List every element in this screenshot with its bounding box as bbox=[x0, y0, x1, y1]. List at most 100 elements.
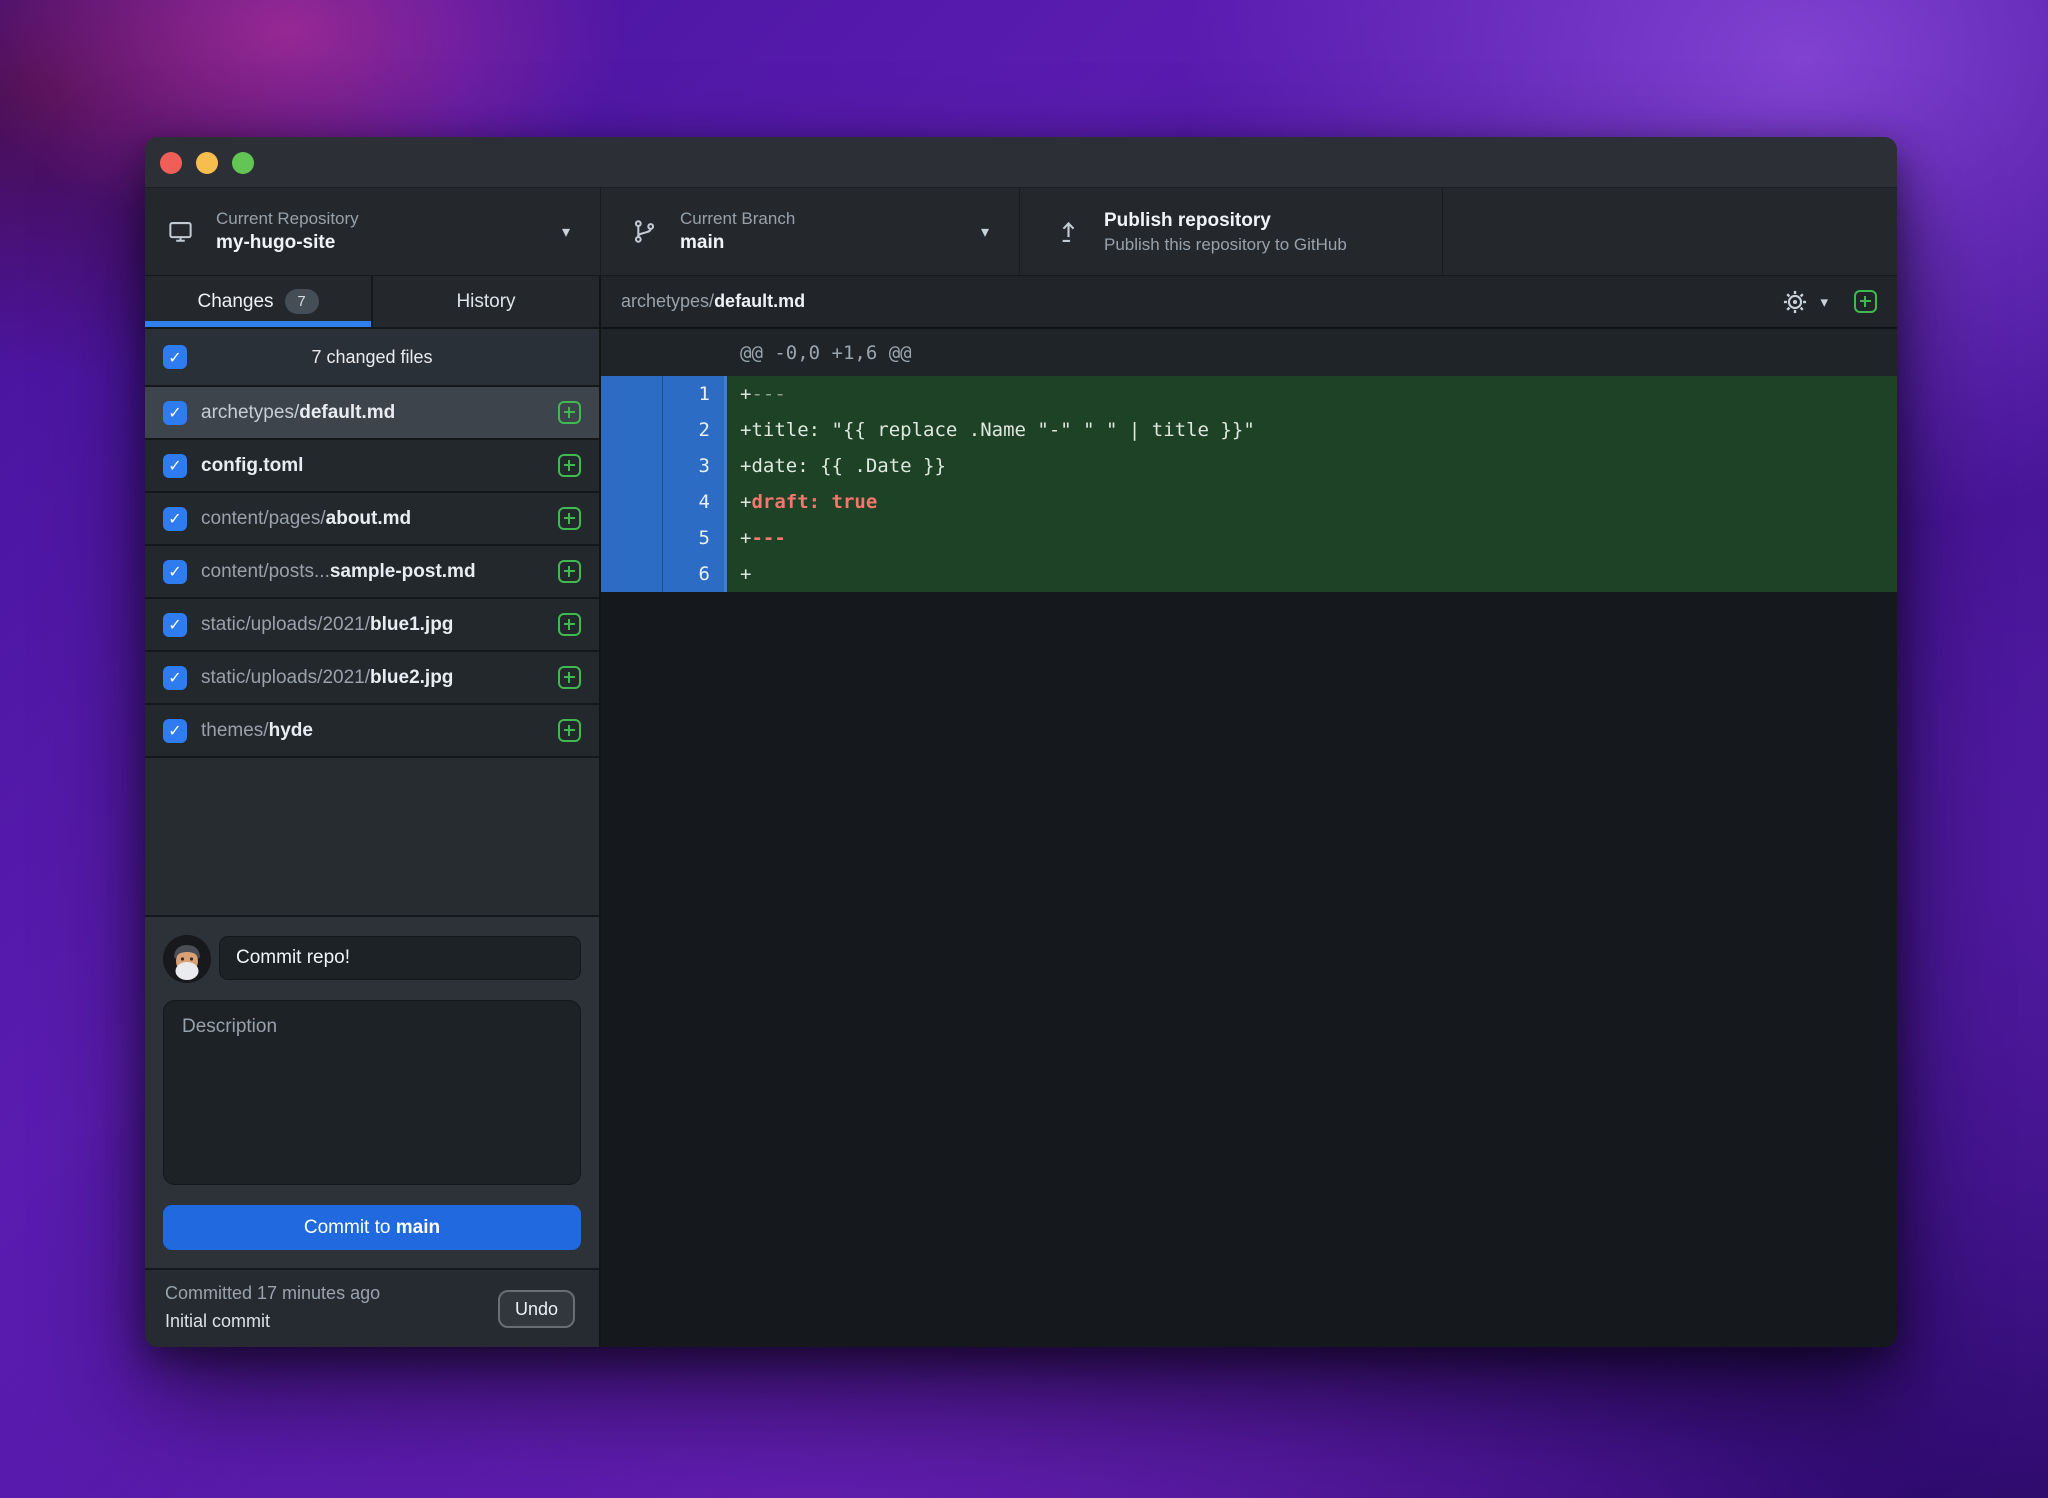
file-include-checkbox[interactable]: ✓ bbox=[163, 453, 187, 478]
diff-added-line[interactable]: 2 +title: "{{ replace .Name "-" " " | ti… bbox=[601, 412, 1897, 448]
file-path: archetypes/ bbox=[201, 401, 300, 423]
diff-line-gutter[interactable]: 1 bbox=[601, 376, 727, 412]
diff-line-gutter[interactable]: 6 bbox=[601, 556, 727, 592]
old-line-number bbox=[601, 520, 663, 556]
fullscreen-window-button[interactable] bbox=[232, 152, 254, 174]
add-plus-icon[interactable] bbox=[558, 560, 581, 583]
window-titlebar bbox=[145, 137, 1897, 188]
file-label: archetypes/default.md bbox=[201, 402, 546, 424]
changed-file-row[interactable]: ✓ config.toml bbox=[145, 440, 599, 493]
commit-button-prefix: Commit to bbox=[303, 1216, 396, 1238]
diff-added-line[interactable]: 3 +date: {{ .Date }} bbox=[601, 448, 1897, 484]
old-line-number bbox=[601, 376, 663, 412]
diff-added-line[interactable]: 1 +--- bbox=[601, 376, 1897, 412]
file-path: content/posts... bbox=[201, 560, 330, 582]
diff-line-gutter[interactable]: 2 bbox=[601, 412, 727, 448]
current-repository-value: my-hugo-site bbox=[216, 232, 336, 253]
diff-line-gutter[interactable]: 5 bbox=[601, 520, 727, 556]
file-label: content/pages/about.md bbox=[201, 508, 546, 530]
changed-files-summary: 7 changed files bbox=[311, 346, 433, 367]
sidebar-empty-area bbox=[145, 758, 599, 915]
old-line-number bbox=[601, 448, 663, 484]
diff-empty-space bbox=[601, 592, 1897, 1347]
new-line-number: 3 bbox=[698, 455, 710, 477]
diff-added-line[interactable]: 5 +--- bbox=[601, 520, 1897, 556]
commit-summary-input[interactable] bbox=[219, 936, 581, 980]
diff-line-code: +--- bbox=[727, 376, 1897, 412]
add-plus-icon[interactable] bbox=[1854, 290, 1877, 313]
current-branch-label: Current Branch bbox=[680, 209, 796, 228]
file-name: sample-post.md bbox=[329, 560, 476, 582]
add-plus-icon[interactable] bbox=[558, 401, 581, 424]
changed-file-row[interactable]: ✓ content/pages/about.md bbox=[145, 493, 599, 546]
diff-added-line[interactable]: 4 +draft: true bbox=[601, 484, 1897, 520]
current-repository-selector[interactable]: Current Repository my-hugo-site ▾ bbox=[145, 188, 601, 275]
file-include-checkbox[interactable]: ✓ bbox=[163, 612, 187, 637]
add-plus-icon[interactable] bbox=[558, 507, 581, 530]
file-include-checkbox[interactable]: ✓ bbox=[163, 506, 187, 531]
changed-file-row[interactable]: ✓ themes/hyde bbox=[145, 705, 599, 758]
github-desktop-window: Current Repository my-hugo-site ▾ Curren… bbox=[145, 137, 1897, 1347]
file-name: about.md bbox=[325, 507, 412, 529]
diff-hunk-header: @@ -0,0 +1,6 @@ bbox=[601, 329, 1897, 376]
file-include-checkbox[interactable]: ✓ bbox=[163, 718, 187, 743]
publish-repository-button[interactable]: Publish repository Publish this reposito… bbox=[1020, 188, 1443, 275]
commit-button-branch: main bbox=[395, 1216, 441, 1238]
add-plus-icon[interactable] bbox=[558, 719, 581, 742]
file-label: themes/hyde bbox=[201, 720, 546, 742]
publish-subtitle: Publish this repository to GitHub bbox=[1104, 234, 1347, 254]
old-line-number bbox=[601, 484, 663, 520]
branch-text: Current Branch main bbox=[680, 209, 795, 254]
changed-file-row[interactable]: ✓ static/uploads/2021/blue1.jpg bbox=[145, 599, 599, 652]
file-include-checkbox[interactable]: ✓ bbox=[163, 400, 187, 425]
new-line-number: 1 bbox=[698, 383, 710, 405]
last-commit-message: Initial commit bbox=[165, 1311, 271, 1331]
select-all-checkbox[interactable]: ✓ bbox=[163, 345, 187, 369]
gear-icon[interactable] bbox=[1782, 289, 1808, 315]
close-window-button[interactable] bbox=[160, 152, 182, 174]
add-plus-icon[interactable] bbox=[558, 666, 581, 689]
tab-history[interactable]: History bbox=[371, 276, 599, 327]
diff-line-code: +--- bbox=[727, 520, 1897, 556]
commit-to-branch-button[interactable]: Commit to main bbox=[163, 1205, 581, 1250]
file-label: config.toml bbox=[201, 455, 546, 477]
undo-commit-button[interactable]: Undo bbox=[497, 1290, 575, 1328]
file-include-checkbox[interactable]: ✓ bbox=[163, 665, 187, 690]
changed-file-list: ✓ archetypes/default.md ✓ config.toml ✓ … bbox=[145, 387, 599, 758]
file-label: content/posts...sample-post.md bbox=[201, 561, 546, 583]
diff-line-code: +date: {{ .Date }} bbox=[727, 448, 1897, 484]
current-branch-selector[interactable]: Current Branch main ▾ bbox=[601, 188, 1020, 275]
diff-line-gutter[interactable]: 4 bbox=[601, 484, 727, 520]
changed-file-row[interactable]: ✓ content/posts...sample-post.md bbox=[145, 546, 599, 599]
commit-description-textarea[interactable] bbox=[163, 1000, 581, 1185]
file-name: config.toml bbox=[201, 454, 304, 476]
add-plus-icon[interactable] bbox=[558, 613, 581, 636]
current-repository-label: Current Repository bbox=[216, 209, 359, 228]
publish-text: Publish repository Publish this reposito… bbox=[1104, 209, 1347, 255]
file-path: static/uploads/2021/ bbox=[201, 666, 371, 688]
diff-file-path: archetypes/ bbox=[621, 291, 715, 311]
file-include-checkbox[interactable]: ✓ bbox=[163, 559, 187, 584]
changes-count-badge: 7 bbox=[284, 289, 319, 314]
upload-icon bbox=[1062, 221, 1075, 243]
git-branch-icon bbox=[634, 220, 655, 243]
file-path: themes/ bbox=[201, 719, 269, 741]
file-path: static/uploads/2021/ bbox=[201, 613, 371, 635]
minimize-window-button[interactable] bbox=[196, 152, 218, 174]
chevron-down-icon[interactable]: ▾ bbox=[1820, 293, 1828, 311]
sidebar: Changes 7 History ✓ 7 changed files ✓ ar… bbox=[145, 276, 601, 1347]
repository-text: Current Repository my-hugo-site bbox=[216, 209, 359, 254]
diff-file-name: default.md bbox=[714, 291, 806, 311]
diff-line-gutter[interactable]: 3 bbox=[601, 448, 727, 484]
diff-line-code: +title: "{{ replace .Name "-" " " | titl… bbox=[727, 412, 1897, 448]
new-line-number: 6 bbox=[698, 563, 710, 585]
app-toolbar: Current Repository my-hugo-site ▾ Curren… bbox=[145, 188, 1897, 276]
content-area: Changes 7 History ✓ 7 changed files ✓ ar… bbox=[145, 276, 1897, 1347]
changed-file-row[interactable]: ✓ archetypes/default.md bbox=[145, 387, 599, 440]
tab-changes[interactable]: Changes 7 bbox=[145, 276, 371, 327]
changed-file-row[interactable]: ✓ static/uploads/2021/blue2.jpg bbox=[145, 652, 599, 705]
diff-added-line[interactable]: 6 + bbox=[601, 556, 1897, 592]
old-line-number bbox=[601, 412, 663, 448]
add-plus-icon[interactable] bbox=[558, 454, 581, 477]
